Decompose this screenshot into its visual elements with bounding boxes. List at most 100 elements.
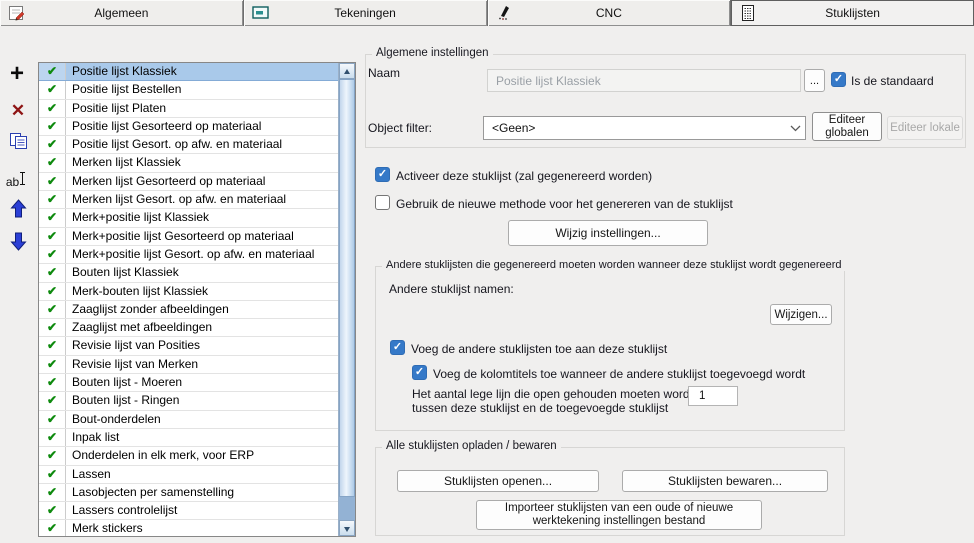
list-item-label: Lasobjecten per samenstelling [66,484,338,501]
checkmark-icon: ✔ [39,301,66,318]
edit-global-button[interactable]: Editeer globalen [812,112,882,141]
list-item[interactable]: ✔Lassen [39,466,338,484]
list-item-label: Lassers controlelijst [66,502,338,519]
tab-label: CNC [488,6,731,20]
list-item[interactable]: ✔Revisie lijst van Merken [39,356,338,374]
list-item[interactable]: ✔Merk+positie lijst Klassiek [39,209,338,227]
name-input[interactable] [487,69,801,92]
list-item[interactable]: ✔Merken lijst Gesort. op afw. en materia… [39,191,338,209]
checkmark-icon: ✔ [39,246,66,263]
list-item[interactable]: ✔Merk+positie lijst Gesort. op afw. en m… [39,246,338,264]
list-item[interactable]: ✔Positie lijst Gesorteerd op materiaal [39,118,338,136]
list-item[interactable]: ✔Positie lijst Gesort. op afw. en materi… [39,136,338,154]
list-item-label: Merk+positie lijst Gesort. op afw. en ma… [66,246,338,263]
list-item-label: Positie lijst Platen [66,100,338,117]
list-item[interactable]: ✔Merk stickers [39,520,338,536]
tab-stuklijsten[interactable]: Stuklijsten [731,0,974,26]
list-item[interactable]: ✔Zaaglijst met afbeeldingen [39,319,338,337]
list-item[interactable]: ✔Merk-bouten lijst Klassiek [39,283,338,301]
other-names-label: Andere stuklijst namen: [389,282,514,296]
empty-lines-label-line2: tussen deze stuklijst en de toegevoegde … [412,401,668,415]
list-rows: ✔Positie lijst Klassiek✔Positie lijst Be… [39,63,338,536]
copy-item-button[interactable] [5,133,31,153]
name-label: Naam [368,66,400,80]
arrow-up-icon [10,208,27,222]
list-item[interactable]: ✔Bouten lijst - Moeren [39,374,338,392]
list-item-label: Zaaglijst met afbeeldingen [66,319,338,336]
list-scrollbar[interactable] [338,63,355,536]
list-item[interactable]: ✔Positie lijst Platen [39,100,338,118]
move-up-button[interactable] [5,199,31,222]
add-item-button[interactable]: + [4,62,30,86]
column-titles-label: Voeg de kolomtitels toe wanneer de ander… [433,367,805,381]
checkmark-icon: ✔ [39,191,66,208]
tab-tekeningen[interactable]: Tekeningen [244,0,488,26]
list-item[interactable]: ✔Bout-onderdelen [39,411,338,429]
list-item[interactable]: ✔Onderdelen in elk merk, voor ERP [39,447,338,465]
append-lists-label: Voeg de andere stuklijsten toe aan deze … [411,342,667,356]
list-item[interactable]: ✔Positie lijst Bestellen [39,81,338,99]
list-item-label: Positie lijst Gesorteerd op materiaal [66,118,338,135]
import-lists-button[interactable]: Importeer stuklijsten van een oude of ni… [476,500,762,530]
object-filter-select[interactable]: <Geen> [483,116,806,140]
list-item[interactable]: ✔Revisie lijst van Posities [39,337,338,355]
stuklijsten-list: ✔Positie lijst Klassiek✔Positie lijst Be… [38,62,356,537]
list-item[interactable]: ✔Zaaglijst zonder afbeeldingen [39,301,338,319]
tab-algemeen[interactable]: Algemeen [0,0,244,26]
checkmark-icon: ✔ [39,411,66,428]
activate-checkbox[interactable] [375,167,390,182]
chevron-down-icon [785,121,805,135]
checkmark-icon: ✔ [39,356,66,373]
edit-local-button[interactable]: Editeer lokale [887,116,963,140]
list-item[interactable]: ✔Inpak list [39,429,338,447]
checkmark-icon: ✔ [39,81,66,98]
change-button[interactable]: Wijzigen... [770,304,832,325]
edit-settings-button[interactable]: Wijzig instellingen... [508,220,708,246]
list-item[interactable]: ✔Bouten lijst - Ringen [39,392,338,410]
list-item[interactable]: ✔Lassers controlelijst [39,502,338,520]
checkmark-icon: ✔ [39,63,66,80]
list-item[interactable]: ✔Merken lijst Klassiek [39,154,338,172]
list-document-icon [739,4,757,22]
list-item[interactable]: ✔Bouten lijst Klassiek [39,264,338,282]
form-edit-icon [8,4,26,22]
rename-item-button[interactable]: ab [3,171,29,189]
browse-button[interactable]: ... [804,69,825,92]
is-default-label: Is de standaard [851,74,934,88]
open-lists-button[interactable]: Stuklijsten openen... [397,470,599,492]
checkmark-icon: ✔ [39,154,66,171]
copy-icon [9,139,28,153]
checkmark-icon: ✔ [39,118,66,135]
list-item-label: Merken lijst Gesort. op afw. en materiaa… [66,191,338,208]
edit-global-line1: Editeer [829,114,865,127]
selected-filter: <Geen> [484,121,785,135]
list-item[interactable]: ✔Merken lijst Gesorteerd op materiaal [39,173,338,191]
list-item[interactable]: ✔Merk+positie lijst Gesorteerd op materi… [39,228,338,246]
list-item-label: Merken lijst Gesorteerd op materiaal [66,173,338,190]
list-item-label: Bouten lijst - Moeren [66,374,338,391]
checkmark-icon: ✔ [39,209,66,226]
scroll-down-button[interactable] [339,520,355,536]
list-item-label: Merk+positie lijst Gesorteerd op materia… [66,228,338,245]
new-method-checkbox[interactable] [375,195,390,210]
save-lists-button[interactable]: Stuklijsten bewaren... [622,470,828,492]
list-item[interactable]: ✔Positie lijst Klassiek [39,63,338,81]
checkmark-icon: ✔ [39,173,66,190]
list-item-label: Bouten lijst Klassiek [66,264,338,281]
tab-bar: Algemeen Tekeningen CNC [0,0,974,26]
stuklijsten-settings-window: Algemeen Tekeningen CNC [0,0,974,543]
tab-label: Algemeen [0,6,243,20]
empty-lines-input[interactable] [688,386,738,406]
group-title: Algemene instellingen [372,47,493,59]
is-default-checkbox[interactable] [831,72,846,87]
tab-cnc[interactable]: CNC [488,0,732,26]
scroll-up-button[interactable] [339,63,355,79]
move-down-button[interactable] [5,231,31,254]
checkmark-icon: ✔ [39,264,66,281]
column-titles-checkbox[interactable] [412,365,427,380]
list-item[interactable]: ✔Lasobjecten per samenstelling [39,484,338,502]
scrollbar-thumb[interactable] [339,79,355,497]
delete-item-button[interactable]: ✕ [5,101,31,121]
list-item-label: Merk-bouten lijst Klassiek [66,283,338,300]
append-lists-checkbox[interactable] [390,340,405,355]
